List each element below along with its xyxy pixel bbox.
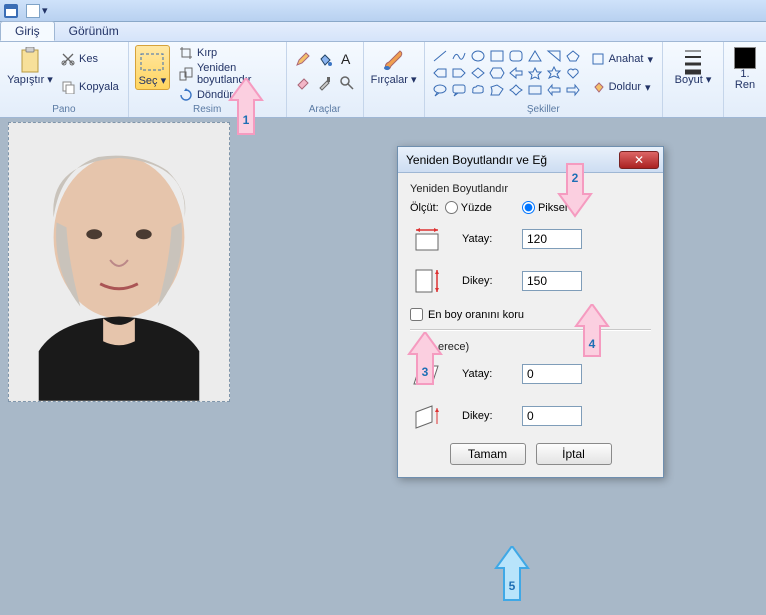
vertical-resize-icon bbox=[410, 266, 444, 296]
outline-button[interactable]: Anahat ▾ bbox=[588, 51, 656, 67]
paste-button[interactable]: Yapıştır ▾ bbox=[6, 45, 54, 86]
fill-icon bbox=[591, 80, 605, 94]
skew-section-label: erece) bbox=[410, 341, 651, 353]
close-icon: ✕ bbox=[634, 153, 644, 167]
group-tools: A Araçlar bbox=[287, 42, 364, 117]
group-image: Seç ▾ Kırp Yeniden boyutlandır Döndür ▾ … bbox=[129, 42, 287, 117]
tab-view[interactable]: Görünüm bbox=[55, 22, 133, 41]
keep-ratio-checkbox[interactable] bbox=[410, 308, 423, 321]
skew-horizontal-label: Yatay: bbox=[444, 368, 522, 380]
horizontal-input[interactable] bbox=[522, 229, 582, 249]
group-label-shapes: Şekiller bbox=[431, 104, 656, 115]
cut-button[interactable]: Kes bbox=[58, 51, 122, 67]
qat-button[interactable] bbox=[26, 4, 40, 18]
tool-pencil[interactable] bbox=[293, 49, 313, 69]
tool-picker[interactable] bbox=[315, 73, 335, 93]
radio-percent[interactable]: Yüzde bbox=[445, 201, 492, 214]
group-clipboard: Yapıştır ▾ Kes Kopyala Pano bbox=[0, 42, 129, 117]
vertical-input[interactable] bbox=[522, 271, 582, 291]
copy-icon bbox=[61, 80, 75, 94]
horizontal-label: Yatay: bbox=[444, 233, 522, 245]
tool-text[interactable]: A bbox=[337, 49, 357, 69]
titlebar: ▾ bbox=[0, 0, 766, 22]
resize-skew-dialog: Yeniden Boyutlandır ve Eğ ✕ Yeniden Boyu… bbox=[397, 146, 664, 478]
size-button[interactable]: Boyut ▾ bbox=[669, 45, 717, 86]
scissors-icon bbox=[61, 52, 75, 66]
group-brushes: Fırçalar ▾ bbox=[364, 42, 425, 117]
group-label-tools: Araçlar bbox=[293, 104, 357, 115]
group-colors: 1.Ren bbox=[724, 42, 766, 117]
tool-magnifier[interactable] bbox=[337, 73, 357, 93]
annotation-arrow-5: 5 bbox=[492, 546, 532, 606]
group-shapes: Anahat ▾ Doldur ▾ Şekiller bbox=[425, 42, 663, 117]
ribbon: Yapıştır ▾ Kes Kopyala Pano Seç ▾ Kırp Y… bbox=[0, 42, 766, 118]
tool-eraser[interactable] bbox=[293, 73, 313, 93]
app-menu-icon[interactable] bbox=[0, 0, 22, 22]
tab-strip: Giriş Görünüm bbox=[0, 22, 766, 42]
qat-dropdown-icon[interactable]: ▾ bbox=[42, 4, 48, 17]
resize-section-label: Yeniden Boyutlandır bbox=[410, 183, 651, 195]
keep-ratio-label: En boy oranını koru bbox=[428, 309, 524, 321]
crop-button[interactable]: Kırp bbox=[176, 45, 280, 61]
resize-button[interactable]: Yeniden boyutlandır bbox=[176, 61, 280, 87]
outline-icon bbox=[591, 52, 605, 66]
rotate-button[interactable]: Döndür ▾ bbox=[176, 87, 280, 103]
close-button[interactable]: ✕ bbox=[619, 151, 659, 169]
group-size: Boyut ▾ bbox=[663, 42, 724, 117]
color1-button[interactable]: 1.Ren bbox=[730, 45, 760, 91]
tab-home[interactable]: Giriş bbox=[0, 21, 55, 41]
horizontal-skew-icon bbox=[410, 359, 444, 389]
select-button[interactable]: Seç ▾ bbox=[135, 45, 170, 90]
horizontal-resize-icon bbox=[410, 224, 444, 254]
cancel-button[interactable]: İptal bbox=[536, 443, 612, 465]
rotate-icon bbox=[179, 88, 193, 102]
skew-vertical-label: Dikey: bbox=[444, 410, 522, 422]
svg-text:A: A bbox=[341, 51, 351, 67]
skew-vertical-input[interactable] bbox=[522, 406, 582, 426]
group-label-image: Resim bbox=[135, 104, 280, 115]
svg-text:5: 5 bbox=[509, 579, 516, 593]
canvas-image[interactable] bbox=[8, 122, 230, 402]
by-label: Ölçüt: bbox=[410, 202, 439, 214]
vertical-skew-icon bbox=[410, 401, 444, 431]
tool-bucket[interactable] bbox=[315, 49, 335, 69]
ok-button[interactable]: Tamam bbox=[450, 443, 526, 465]
resize-icon bbox=[179, 67, 193, 81]
brushes-button[interactable]: Fırçalar ▾ bbox=[370, 45, 418, 86]
copy-button[interactable]: Kopyala bbox=[58, 79, 122, 95]
radio-pixel[interactable]: Piksel bbox=[522, 201, 567, 214]
skew-horizontal-input[interactable] bbox=[522, 364, 582, 384]
group-label-clipboard: Pano bbox=[6, 104, 122, 115]
dialog-title-text: Yeniden Boyutlandır ve Eğ bbox=[406, 153, 547, 167]
portrait-photo bbox=[9, 123, 229, 401]
fill-button[interactable]: Doldur ▾ bbox=[588, 79, 656, 95]
vertical-label: Dikey: bbox=[444, 275, 522, 287]
dialog-titlebar[interactable]: Yeniden Boyutlandır ve Eğ ✕ bbox=[398, 147, 663, 173]
shapes-gallery[interactable] bbox=[431, 45, 582, 98]
crop-icon bbox=[179, 46, 193, 60]
